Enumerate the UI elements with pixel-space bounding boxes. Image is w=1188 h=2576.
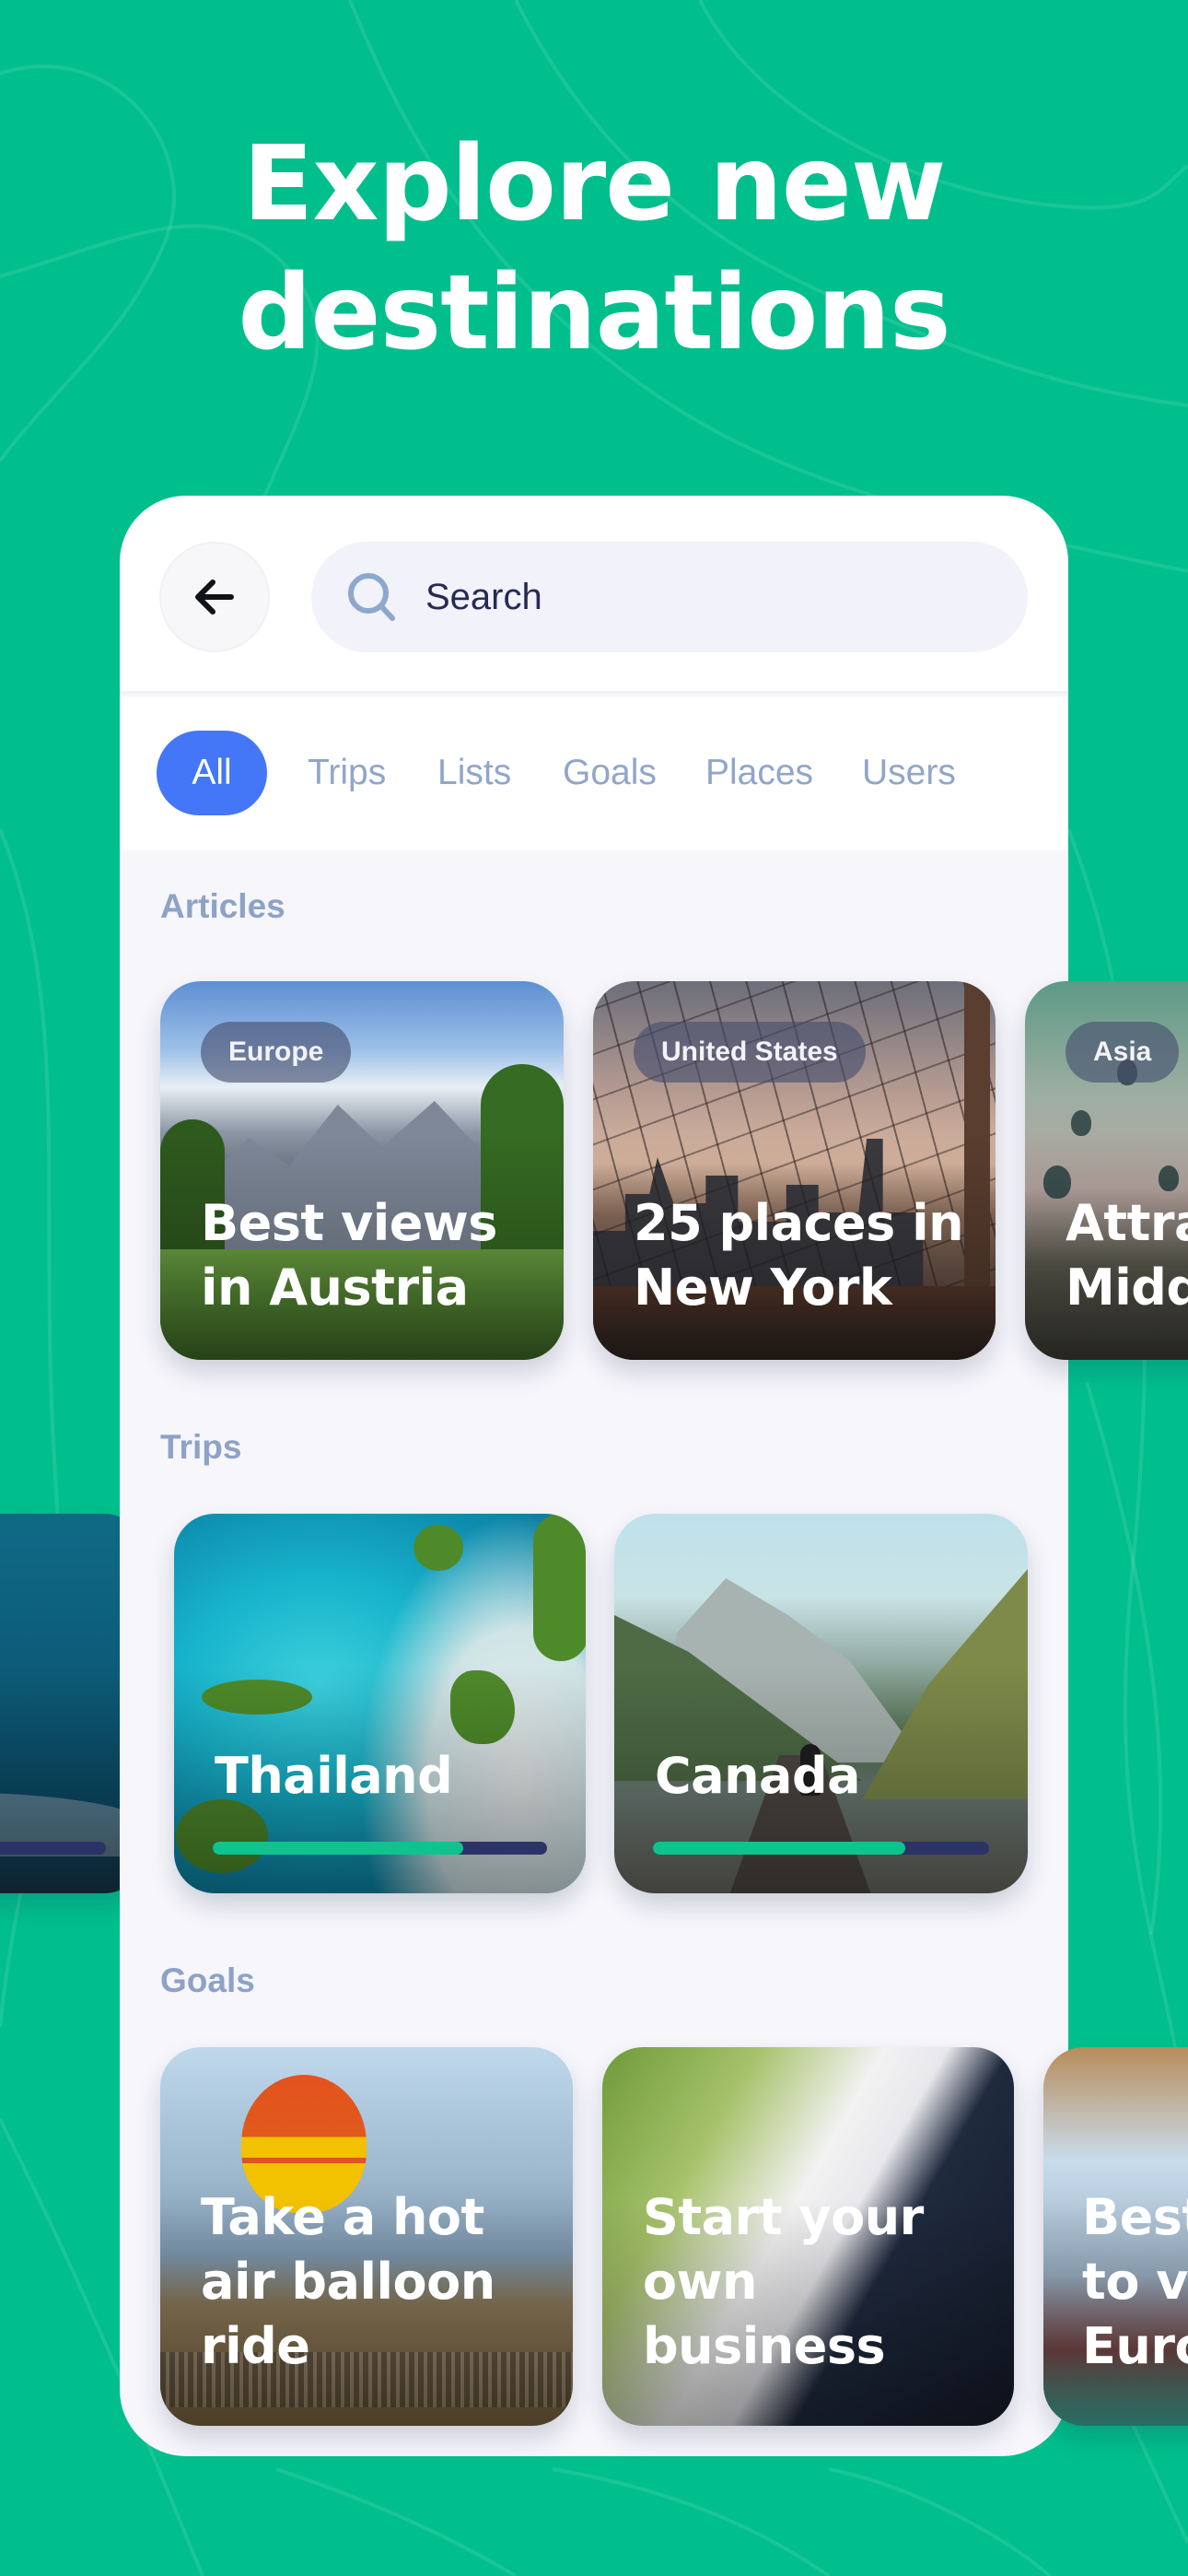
filter-tab-lists[interactable]: Lists [437, 731, 511, 815]
hero-title-line-1: Explore new [242, 124, 947, 244]
article-title-line: New York [634, 1259, 892, 1317]
goal-title-line: air balloon [201, 2253, 495, 2311]
search-placeholder: Search [425, 576, 542, 617]
article-title-line: in Austria [201, 1259, 469, 1317]
goal-title-line: ride [201, 2317, 310, 2375]
filter-tabs: All Trips Lists Goals Places Users [120, 697, 1068, 850]
filter-tab-goals[interactable]: Goals [563, 731, 657, 815]
hero-title-line-2: destinations [238, 253, 950, 373]
back-button[interactable] [159, 542, 270, 652]
trip-card[interactable]: Thailand [174, 1514, 586, 1893]
section-label-trips: Trips [160, 1428, 242, 1466]
trip-title: Thailand [215, 1747, 453, 1805]
trip-progress-fill [213, 1842, 464, 1855]
article-title-line: 25 places in [634, 1194, 964, 1252]
goal-title-line: Euro [1082, 2317, 1188, 2375]
search-header: Search [120, 496, 1068, 694]
filter-tab-all[interactable]: All [157, 731, 267, 815]
goal-title: Take a hot air balloon ride [201, 2185, 495, 2379]
goal-title: Best to vi Euro [1082, 2185, 1188, 2379]
filter-tab-places[interactable]: Places [705, 731, 813, 815]
goal-title-line: own [643, 2253, 757, 2311]
goal-card[interactable]: Best to vi Euro [1043, 2047, 1188, 2426]
article-title: 25 places in New York [634, 1191, 964, 1320]
filter-tab-trips[interactable]: Trips [308, 731, 386, 815]
article-title-line: Midd [1066, 1259, 1188, 1317]
goal-title-line: Start your [643, 2188, 924, 2246]
trip-progress-bar [653, 1842, 989, 1855]
goal-title: Start your own business [643, 2185, 924, 2379]
search-icon [348, 573, 395, 621]
image-shade [614, 1514, 1028, 1893]
search-input[interactable]: Search [311, 542, 1028, 652]
region-badge: Europe [201, 1022, 352, 1083]
article-card[interactable]: United States 25 places in New York [593, 981, 996, 1360]
article-card[interactable]: Asia Attra Midd [1025, 981, 1188, 1360]
goal-title-line: Best [1082, 2188, 1188, 2246]
trip-title: Canada [655, 1747, 861, 1805]
region-badge: United States [634, 1022, 866, 1083]
trip-card[interactable]: Canada [614, 1514, 1028, 1893]
section-label-articles: Articles [160, 887, 285, 925]
goal-title-line: business [643, 2317, 886, 2375]
filter-tab-users[interactable]: Users [862, 731, 956, 815]
image-shade [174, 1514, 586, 1893]
section-label-goals: Goals [160, 1961, 255, 1999]
arrow-left-icon [195, 580, 234, 615]
article-title-line: Attra [1066, 1194, 1188, 1252]
article-card[interactable]: Europe Best views in Austria [160, 981, 564, 1360]
article-title-line: Best views [201, 1194, 497, 1252]
article-title: Best views in Austria [201, 1191, 497, 1320]
article-title: Attra Midd [1066, 1191, 1188, 1320]
hero-title: Explore new destinations [0, 120, 1188, 378]
goal-title-line: to vi [1082, 2253, 1188, 2311]
goal-card[interactable]: Start your own business [602, 2047, 1014, 2426]
goal-card[interactable]: Take a hot air balloon ride [160, 2047, 573, 2426]
trip-progress-bar [0, 1842, 106, 1855]
trip-progress-bar [213, 1842, 547, 1855]
goal-title-line: Take a hot [201, 2188, 484, 2246]
trip-progress-fill [653, 1842, 905, 1855]
region-badge: Asia [1066, 1022, 1180, 1083]
